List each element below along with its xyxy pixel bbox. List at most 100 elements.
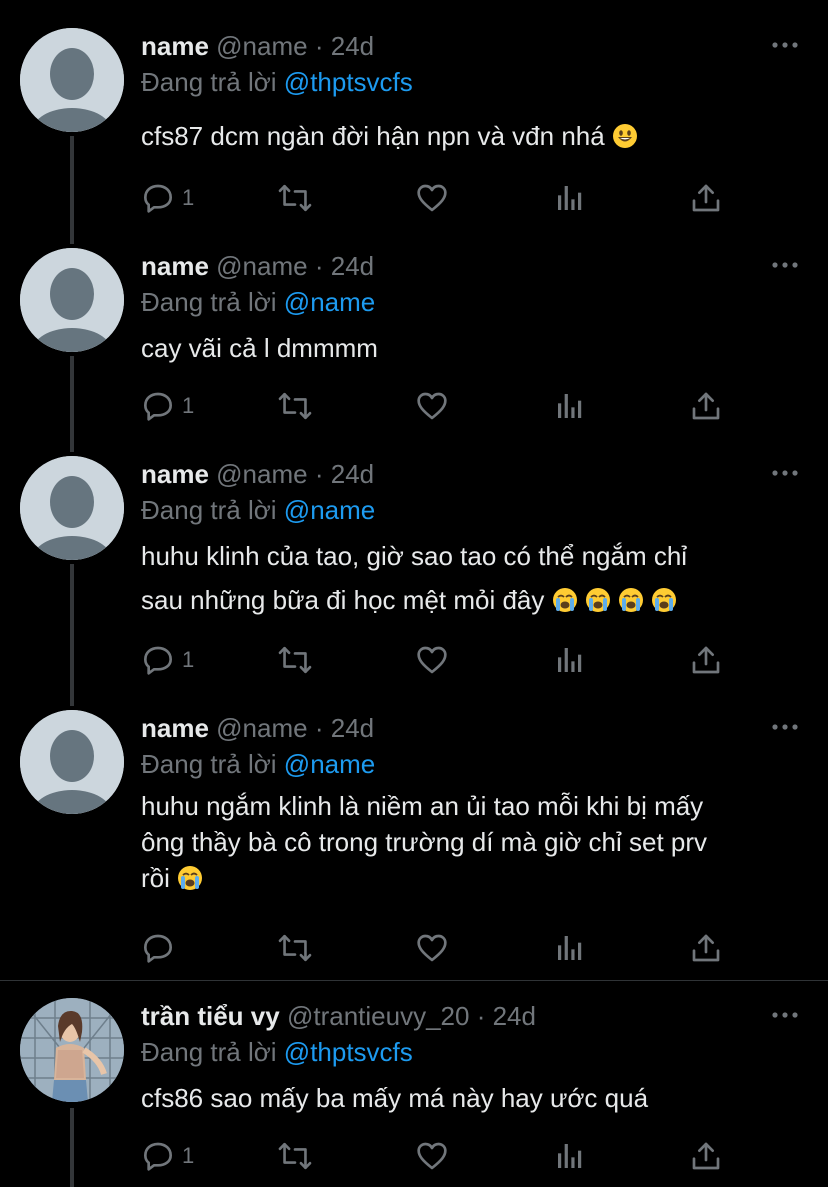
more-icon[interactable] bbox=[772, 42, 798, 48]
display-name[interactable]: name bbox=[141, 31, 209, 61]
like-icon bbox=[417, 392, 447, 420]
timeline: name @name · 24d Đang trả lời @thptsvcfs… bbox=[0, 0, 828, 1187]
like-button[interactable] bbox=[416, 386, 448, 426]
views-icon bbox=[558, 936, 582, 960]
retweet-button[interactable] bbox=[278, 1136, 312, 1176]
like-button[interactable] bbox=[416, 178, 448, 218]
like-button[interactable] bbox=[416, 1136, 448, 1176]
loudly-crying-face-emoji bbox=[652, 588, 677, 612]
retweet-icon bbox=[278, 184, 312, 212]
views-button[interactable] bbox=[554, 386, 586, 426]
avatar[interactable] bbox=[20, 998, 124, 1102]
timestamp[interactable]: 24d bbox=[331, 459, 374, 489]
mention-link[interactable]: @thptsvcfs bbox=[284, 1037, 413, 1067]
views-icon bbox=[558, 186, 582, 210]
mention-link[interactable]: @name bbox=[284, 749, 375, 779]
reply-button[interactable]: 1 bbox=[142, 1136, 194, 1176]
separator-dot: · bbox=[314, 251, 324, 281]
grinning-face-emoji bbox=[612, 124, 637, 148]
replying-to-label: Đang trả lời bbox=[141, 67, 277, 97]
timestamp[interactable]: 24d bbox=[331, 251, 374, 281]
views-button[interactable] bbox=[554, 1136, 586, 1176]
timestamp[interactable]: 24d bbox=[493, 1001, 536, 1031]
share-button[interactable] bbox=[690, 1136, 722, 1176]
tweet[interactable]: name @name · 24d Đang trả lời @name huhu… bbox=[0, 710, 828, 978]
display-name[interactable]: name bbox=[141, 713, 209, 743]
views-icon bbox=[558, 648, 582, 672]
tweet-text: cfs87 dcm ngàn đời hận npn và vđn nhá bbox=[141, 114, 801, 158]
replying-to: Đang trả lời @thptsvcfs bbox=[141, 1036, 413, 1068]
retweet-button[interactable] bbox=[278, 178, 312, 218]
retweet-icon bbox=[278, 392, 312, 420]
share-button[interactable] bbox=[690, 386, 722, 426]
divider bbox=[0, 980, 828, 981]
replying-to-label: Đang trả lời bbox=[141, 749, 277, 779]
loudly-crying-face-emoji bbox=[552, 588, 577, 612]
display-name[interactable]: name bbox=[141, 459, 209, 489]
share-button[interactable] bbox=[690, 928, 722, 968]
tweet-text-line: sau những bữa đi học mệt mỏi đây bbox=[141, 585, 545, 615]
more-icon[interactable] bbox=[772, 262, 798, 268]
more-icon[interactable] bbox=[772, 724, 798, 730]
mention-link[interactable]: @thptsvcfs bbox=[284, 67, 413, 97]
reply-button[interactable]: 1 bbox=[142, 178, 194, 218]
views-button[interactable] bbox=[554, 928, 586, 968]
tweet-text: huhu ngắm klinh là niềm an ủi tao mỗi kh… bbox=[141, 788, 801, 896]
avatar[interactable] bbox=[20, 710, 124, 814]
like-button[interactable] bbox=[416, 928, 448, 968]
tweet-actions: 1 bbox=[0, 1136, 828, 1176]
mention-link[interactable]: @name bbox=[284, 287, 375, 317]
share-button[interactable] bbox=[690, 178, 722, 218]
retweet-icon bbox=[278, 1142, 312, 1170]
replying-to-label: Đang trả lời bbox=[141, 287, 277, 317]
timestamp[interactable]: 24d bbox=[331, 31, 374, 61]
avatar[interactable] bbox=[20, 28, 124, 132]
more-icon[interactable] bbox=[772, 1012, 798, 1018]
tweet[interactable]: name @name · 24d Đang trả lời @name huhu… bbox=[0, 456, 828, 696]
separator-dot: · bbox=[314, 31, 324, 61]
reply-icon bbox=[144, 392, 172, 421]
tweet-actions: 1 bbox=[0, 178, 828, 218]
like-icon bbox=[417, 1142, 447, 1170]
reply-icon bbox=[144, 646, 172, 675]
retweet-button[interactable] bbox=[278, 386, 312, 426]
reply-button[interactable] bbox=[142, 928, 174, 968]
tweet-header: name @name · 24d bbox=[141, 712, 374, 744]
avatar[interactable] bbox=[20, 456, 124, 560]
mention-link[interactable]: @name bbox=[284, 495, 375, 525]
reply-button[interactable]: 1 bbox=[142, 386, 194, 426]
views-button[interactable] bbox=[554, 178, 586, 218]
views-button[interactable] bbox=[554, 640, 586, 680]
timestamp[interactable]: 24d bbox=[331, 713, 374, 743]
tweet[interactable]: trần tiểu vy @trantieuvy_20 · 24d Đang t… bbox=[0, 998, 828, 1187]
like-button[interactable] bbox=[416, 640, 448, 680]
handle[interactable]: @name bbox=[216, 31, 307, 61]
tweet[interactable]: name @name · 24d Đang trả lời @thptsvcfs… bbox=[0, 28, 828, 228]
tweet-header: name @name · 24d bbox=[141, 30, 374, 62]
display-name[interactable]: name bbox=[141, 251, 209, 281]
handle[interactable]: @name bbox=[216, 251, 307, 281]
display-name[interactable]: trần tiểu vy bbox=[141, 1001, 280, 1031]
reply-icon bbox=[144, 934, 172, 963]
reply-button[interactable]: 1 bbox=[142, 640, 194, 680]
reply-count: 1 bbox=[182, 393, 195, 418]
avatar[interactable] bbox=[20, 248, 124, 352]
share-button[interactable] bbox=[690, 640, 722, 680]
handle[interactable]: @trantieuvy_20 bbox=[287, 1001, 470, 1031]
separator-dot: · bbox=[476, 1001, 486, 1031]
tweet-actions: 1 bbox=[0, 386, 828, 426]
share-icon bbox=[692, 646, 720, 674]
handle[interactable]: @name bbox=[216, 713, 307, 743]
retweet-button[interactable] bbox=[278, 640, 312, 680]
loudly-crying-face-emoji bbox=[585, 588, 610, 612]
tweet-text-line-wrap: sau những bữa đi học mệt mỏi đây bbox=[141, 578, 801, 622]
handle[interactable]: @name bbox=[216, 459, 307, 489]
tweet-header: trần tiểu vy @trantieuvy_20 · 24d bbox=[141, 1000, 536, 1032]
share-icon bbox=[692, 392, 720, 420]
more-icon[interactable] bbox=[772, 470, 798, 476]
tweet-text-line-wrap: rồi bbox=[141, 860, 801, 896]
replying-to: Đang trả lời @thptsvcfs bbox=[141, 66, 413, 98]
tweet[interactable]: name @name · 24d Đang trả lời @name cay … bbox=[0, 248, 828, 438]
tweet-text-line: huhu klinh của tao, giờ sao tao có thể n… bbox=[141, 541, 688, 571]
retweet-button[interactable] bbox=[278, 928, 312, 968]
